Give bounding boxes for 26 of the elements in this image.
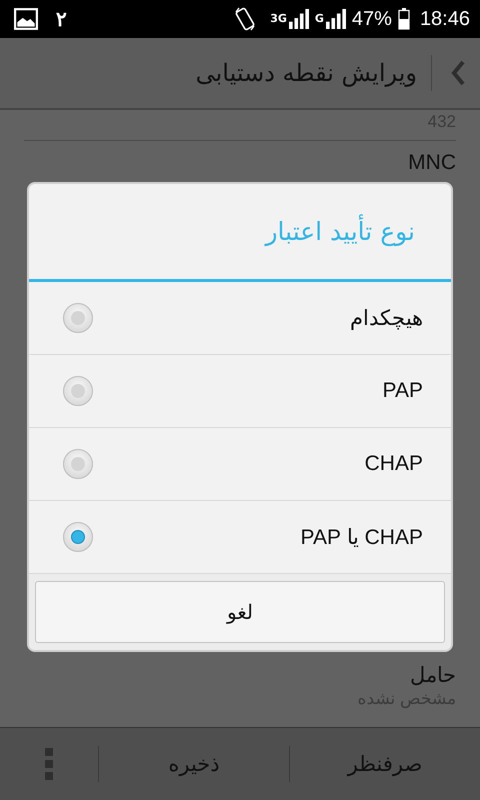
- network-type: G: [314, 12, 324, 25]
- option-label: CHAP یا PAP: [300, 524, 423, 550]
- option-label: هیچکدام: [350, 306, 423, 330]
- overflow-menu-icon[interactable]: [45, 748, 53, 780]
- battery-percent: 47%: [352, 8, 392, 30]
- radio-button[interactable]: [63, 303, 93, 333]
- picture-icon: [14, 8, 38, 30]
- clock: 18:46: [420, 8, 470, 30]
- signal-icon: [326, 9, 346, 29]
- option-row[interactable]: هیچکدام: [29, 282, 451, 355]
- option-row[interactable]: CHAP: [29, 428, 451, 501]
- radio-button[interactable]: [63, 376, 93, 406]
- signal-icon: [288, 9, 309, 29]
- option-label: PAP: [382, 379, 423, 403]
- option-row[interactable]: PAP: [29, 355, 451, 428]
- back-icon[interactable]: [450, 59, 466, 87]
- option-label: CHAP: [364, 452, 423, 476]
- dialog-title: نوع تأیید اعتبار: [29, 184, 451, 282]
- vibrate-icon: [234, 6, 256, 32]
- radio-button[interactable]: [63, 522, 93, 552]
- network-type: 3G: [270, 12, 287, 25]
- radio-button[interactable]: [63, 449, 93, 479]
- battery-icon: [398, 8, 410, 30]
- cancel-button[interactable]: لغو: [35, 581, 445, 643]
- screen-title: ویرایش نقطه دستیابی: [196, 59, 417, 87]
- notification-count: ٢: [56, 8, 67, 32]
